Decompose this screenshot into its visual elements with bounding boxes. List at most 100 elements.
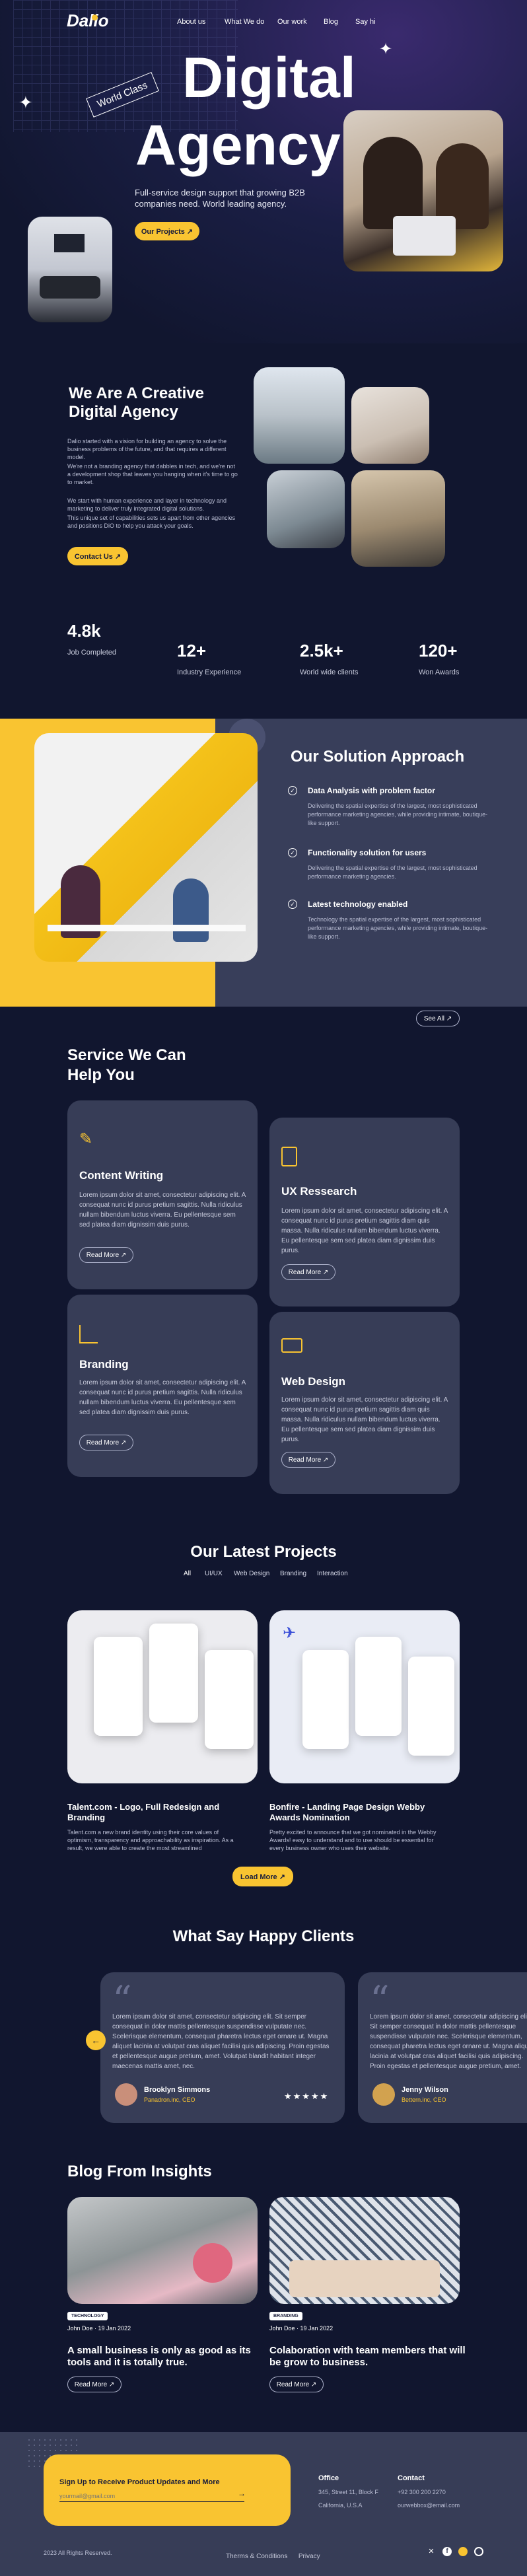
stat-clients-label: World wide clients	[300, 668, 359, 676]
office-title: Office	[318, 2474, 339, 2482]
service-card-content-writing[interactable]: ✎ Content Writing Lorem ipsum dolor sit …	[67, 1100, 258, 1289]
solution-item-3-text: Technology the spatial expertise of the …	[308, 916, 488, 940]
about-p4: This unique set of capabilities sets us …	[67, 515, 236, 529]
nav-our-work[interactable]: Our work	[277, 18, 307, 26]
project-title-talent[interactable]: Talent.com - Logo, Full Redesign and Bra…	[67, 1802, 232, 1823]
projects-title: Our Latest Projects	[190, 1543, 337, 1561]
laptop-shape	[393, 216, 456, 256]
facebook-icon[interactable]: f	[442, 2547, 452, 2556]
blog-post-title-2[interactable]: Colaboration with team members that will…	[269, 2345, 468, 2369]
service-title: Web Design	[281, 1375, 345, 1388]
chart-icon	[79, 1325, 98, 1343]
tab-interaction[interactable]: Interaction	[317, 1570, 348, 1577]
hero-subtitle: Full-service design support that growing…	[135, 188, 305, 209]
blog-post-title-1[interactable]: A small business is only as good as its …	[67, 2345, 265, 2369]
see-all-button[interactable]: See All ↗	[416, 1011, 460, 1026]
read-more-button[interactable]: Read More ↗	[79, 1435, 133, 1450]
service-text: Lorem ipsum dolor sit amet, consectetur …	[79, 1379, 246, 1416]
prev-arrow-button[interactable]: ←	[86, 2030, 106, 2050]
submit-arrow-icon[interactable]: →	[238, 2489, 246, 2498]
read-more-button[interactable]: Read More ↗	[269, 2377, 324, 2392]
service-title: UX Ressearch	[281, 1185, 357, 1198]
client-company: Bettern.inc, CEO	[402, 2096, 446, 2103]
logo-accent	[92, 15, 98, 20]
check-icon: ✓	[288, 848, 297, 857]
screen-shape	[54, 234, 85, 252]
phone-mockup	[408, 1657, 454, 1756]
privacy-link[interactable]: Privacy	[299, 2553, 320, 2560]
stat-experience-number: 12+	[177, 641, 207, 661]
dribbble-icon[interactable]	[458, 2547, 468, 2556]
solution-item-2-title: Functionality solution for users	[308, 848, 427, 857]
tab-ui-ux[interactable]: UI/UX	[205, 1570, 223, 1577]
desk-shape	[48, 925, 246, 931]
project-text-talent: Talent.com a new brand identity using th…	[67, 1829, 234, 1851]
tab-branding[interactable]: Branding	[280, 1570, 306, 1577]
read-more-button[interactable]: Read More ↗	[281, 1264, 335, 1280]
blog-meta-1: John Doe · 19 Jan 2022	[67, 2325, 131, 2332]
stat-experience-label: Industry Experience	[177, 668, 242, 676]
monitor-icon	[281, 1338, 302, 1353]
solution-title: Our Solution Approach	[291, 748, 465, 766]
project-image-bonfire[interactable]: ✈	[269, 1610, 460, 1783]
client-name: Jenny Wilson	[402, 2086, 448, 2094]
testimonial-text: Lorem ipsum dolor sit amet, consectetur …	[370, 2013, 527, 2070]
service-card-ux-research[interactable]: UX Ressearch Lorem ipsum dolor sit amet,…	[269, 1118, 460, 1306]
our-projects-button[interactable]: Our Projects ↗	[135, 222, 199, 240]
twitter-icon[interactable]: ✕	[427, 2547, 436, 2556]
solution-item-1-text: Delivering the spatial expertise of the …	[308, 803, 488, 826]
check-icon: ✓	[288, 900, 297, 909]
about-photo-team	[267, 470, 345, 548]
tab-all[interactable]: All	[184, 1570, 191, 1577]
contact-us-button[interactable]: Contact Us ↗	[67, 547, 128, 565]
read-more-button[interactable]: Read More ↗	[67, 2377, 122, 2392]
contact-phone[interactable]: +92 300 200 2270	[398, 2489, 446, 2495]
blog-photo-1[interactable]	[67, 2197, 258, 2304]
service-text: Lorem ipsum dolor sit amet, consectetur …	[281, 1207, 448, 1254]
phone-mockup	[94, 1637, 143, 1736]
read-more-button[interactable]: Read More ↗	[79, 1247, 133, 1263]
contact-email[interactable]: ourwebbox@email.com	[398, 2502, 460, 2509]
newsletter-title: Sign Up to Receive Product Updates and M…	[59, 2478, 220, 2486]
solution-item-1-title: Data Analysis with problem factor	[308, 786, 435, 795]
service-card-branding[interactable]: Branding Lorem ipsum dolor sit amet, con…	[67, 1295, 258, 1477]
star-icon: ✦	[18, 92, 33, 112]
service-card-web-design[interactable]: Web Design Lorem ipsum dolor sit amet, c…	[269, 1312, 460, 1494]
services-title-line1: Service We Can	[67, 1046, 186, 1064]
client-name: Brooklyn Simmons	[144, 2086, 211, 2094]
nav-about[interactable]: About us	[177, 18, 205, 26]
avatar	[115, 2083, 137, 2106]
nav-say-hi[interactable]: Say hi	[355, 18, 376, 26]
nav-blog[interactable]: Blog	[324, 18, 338, 26]
check-icon: ✓	[288, 786, 297, 795]
load-more-button[interactable]: Load More ↗	[232, 1867, 293, 1886]
solution-item-3-title: Latest technology enabled	[308, 900, 408, 909]
tab-web-design[interactable]: Web Design	[234, 1570, 269, 1577]
terms-link[interactable]: Therms & Conditions	[226, 2553, 287, 2560]
stat-awards-label: Won Awards	[419, 668, 460, 676]
person-shape	[173, 878, 209, 942]
newsletter-email-input[interactable]	[59, 2490, 244, 2502]
page: Dalio About us What We do Our work Blog …	[0, 0, 527, 2576]
table-shape	[40, 276, 100, 299]
clients-title: What Say Happy Clients	[172, 1927, 355, 1945]
phone-mockup	[302, 1650, 349, 1749]
footer-links: Therms & Conditions Privacy	[226, 2550, 320, 2561]
ball-shape	[193, 2243, 232, 2283]
hero-title-line2: Agency	[135, 114, 341, 177]
contact-title: Contact	[398, 2474, 425, 2482]
pen-icon: ✎	[79, 1130, 93, 1148]
project-title-bonfire[interactable]: Bonfire - Landing Page Design Webby Awar…	[269, 1802, 435, 1823]
about-title: We Are A Creative Digital Agency	[69, 384, 204, 421]
project-image-talent[interactable]	[67, 1610, 258, 1783]
blog-photo-2[interactable]	[269, 2197, 460, 2304]
blog-meta-2: John Doe · 19 Jan 2022	[269, 2325, 334, 2332]
document-icon	[281, 1147, 297, 1166]
service-title: Branding	[79, 1358, 129, 1371]
read-more-button[interactable]: Read More ↗	[281, 1452, 335, 1468]
hero-photo-women-laptop	[343, 110, 503, 271]
github-icon[interactable]	[474, 2547, 483, 2556]
nav-what-we-do[interactable]: What We do	[225, 18, 264, 26]
logo[interactable]: Dalio	[67, 11, 109, 31]
about-photo-coworking	[351, 470, 445, 567]
